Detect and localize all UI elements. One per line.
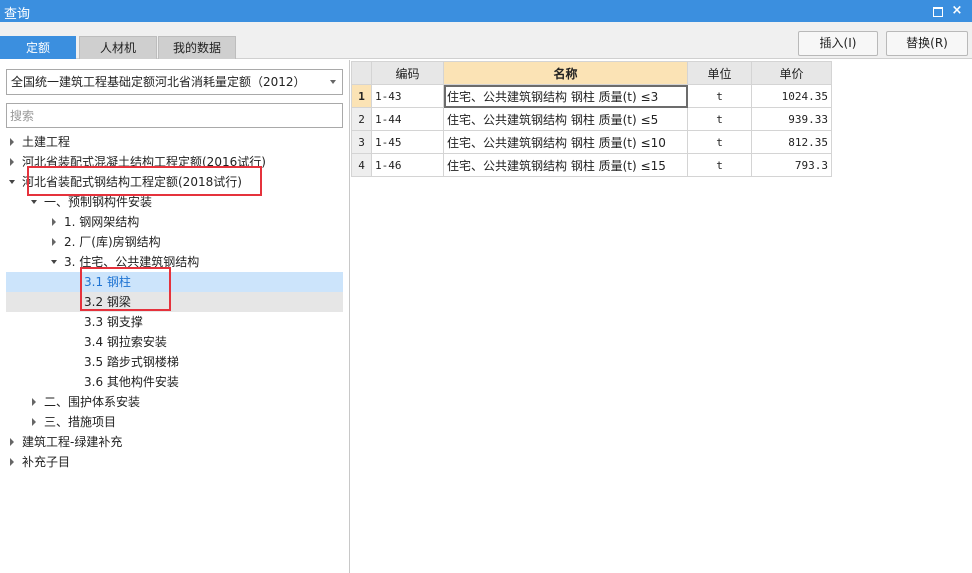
dropdown-value: 全国统一建筑工程基础定额河北省消耗量定额（2012） (11, 75, 306, 89)
tree-node-label: 二、围护体系安装 (44, 395, 141, 409)
cell-unit[interactable]: t (687, 130, 752, 154)
window-title: 查询 (4, 7, 31, 22)
tree-node[interactable]: 3.2 钢梁 (6, 292, 343, 312)
column-header-unit[interactable]: 单位 (687, 61, 752, 85)
table-header-row: 编码 名称 单位 单价 (351, 61, 832, 85)
close-icon[interactable]: × (949, 3, 965, 19)
tree-node[interactable]: 二、围护体系安装 (6, 392, 343, 412)
cell-price[interactable]: 939.33 (751, 107, 832, 131)
collapse-arrow-icon[interactable] (8, 152, 18, 172)
chevron-down-icon (330, 80, 336, 84)
tree-node[interactable]: 3.3 钢支撑 (6, 312, 343, 332)
quota-library-dropdown[interactable]: 全国统一建筑工程基础定额河北省消耗量定额（2012） (6, 69, 343, 95)
collapse-arrow-icon[interactable] (50, 232, 60, 252)
cell-name[interactable]: 住宅、公共建筑钢结构 钢柱 质量(t) ≤3 (443, 84, 688, 108)
tree-node-label: 3.3 钢支撑 (84, 315, 143, 329)
expand-arrow-icon[interactable] (30, 192, 40, 212)
tree-node-label: 补充子目 (22, 455, 71, 469)
replace-button[interactable]: 替换(R) (886, 31, 968, 56)
maximize-icon[interactable] (929, 3, 945, 19)
cell-unit[interactable]: t (687, 153, 752, 177)
tree-node[interactable]: 3. 住宅、公共建筑钢结构 (6, 252, 343, 272)
tree-node[interactable]: 3.1 钢柱 (6, 272, 343, 292)
tree-node-label: 1. 钢网架结构 (64, 215, 140, 229)
expand-arrow-icon[interactable] (50, 252, 60, 272)
row-number: 3 (351, 130, 372, 154)
tree-node-label: 2. 厂(库)房钢结构 (64, 235, 161, 249)
row-number: 1 (351, 84, 372, 108)
table-row[interactable]: 2 1-44 住宅、公共建筑钢结构 钢柱 质量(t) ≤5 t 939.33 (351, 107, 832, 131)
tree-node-label: 3.2 钢梁 (84, 295, 131, 309)
tree-node[interactable]: 建筑工程-绿建补充 (6, 432, 343, 452)
tree-node-label: 河北省装配式钢结构工程定额(2018试行) (22, 175, 242, 189)
tree-node-label: 三、措施项目 (44, 415, 117, 429)
tree-node[interactable]: 1. 钢网架结构 (6, 212, 343, 232)
cell-unit[interactable]: t (687, 107, 752, 131)
tree-node[interactable]: 河北省装配式混凝土结构工程定额(2016试行) (6, 152, 343, 172)
table-row[interactable]: 4 1-46 住宅、公共建筑钢结构 钢柱 质量(t) ≤15 t 793.3 (351, 153, 832, 177)
row-number: 2 (351, 107, 372, 131)
cell-name[interactable]: 住宅、公共建筑钢结构 钢柱 质量(t) ≤15 (443, 153, 688, 177)
tree-node-label: 土建工程 (22, 135, 71, 149)
tree-node[interactable]: 3.4 钢拉索安装 (6, 332, 343, 352)
cell-price[interactable]: 793.3 (751, 153, 832, 177)
right-pane: 编码 名称 单位 单价 1 1-43 住宅、公共建筑钢结构 钢柱 质量(t) ≤… (351, 60, 972, 573)
cell-name[interactable]: 住宅、公共建筑钢结构 钢柱 质量(t) ≤5 (443, 107, 688, 131)
row-number-header[interactable] (351, 61, 372, 85)
quota-table: 编码 名称 单位 单价 1 1-43 住宅、公共建筑钢结构 钢柱 质量(t) ≤… (351, 61, 832, 177)
tree-node[interactable]: 河北省装配式钢结构工程定额(2018试行) (6, 172, 343, 192)
collapse-arrow-icon[interactable] (30, 412, 40, 432)
table-row[interactable]: 3 1-45 住宅、公共建筑钢结构 钢柱 质量(t) ≤10 t 812.35 (351, 130, 832, 154)
title-bar: 查询 × (0, 0, 972, 22)
cell-price[interactable]: 1024.35 (751, 84, 832, 108)
tab-labor-material-machine[interactable]: 人材机 (79, 36, 157, 59)
cell-code[interactable]: 1-43 (371, 84, 444, 108)
tree-node-label: 3. 住宅、公共建筑钢结构 (64, 255, 200, 269)
tree-node-label: 建筑工程-绿建补充 (22, 435, 123, 449)
left-pane: 全国统一建筑工程基础定额河北省消耗量定额（2012） 土建工程河北省装配式混凝土… (0, 60, 350, 573)
row-number: 4 (351, 153, 372, 177)
tab-quota[interactable]: 定额 (0, 36, 76, 59)
tree-node-label: 3.1 钢柱 (84, 275, 131, 289)
tree-node-label: 一、预制钢构件安装 (44, 195, 153, 209)
tree-node-label: 3.5 踏步式钢楼梯 (84, 355, 179, 369)
collapse-arrow-icon[interactable] (50, 212, 60, 232)
cell-price[interactable]: 812.35 (751, 130, 832, 154)
search-input[interactable] (6, 103, 343, 128)
tree-node[interactable]: 3.5 踏步式钢楼梯 (6, 352, 343, 372)
cell-code[interactable]: 1-46 (371, 153, 444, 177)
collapse-arrow-icon[interactable] (8, 452, 18, 472)
tree-node-label: 3.4 钢拉索安装 (84, 335, 167, 349)
tree-node[interactable]: 土建工程 (6, 132, 343, 152)
quota-tree: 土建工程河北省装配式混凝土结构工程定额(2016试行) 河北省装配式钢结构工程定额… (6, 132, 343, 472)
cell-unit[interactable]: t (687, 84, 752, 108)
tree-node[interactable]: 补充子目 (6, 452, 343, 472)
collapse-arrow-icon[interactable] (30, 392, 40, 412)
collapse-arrow-icon[interactable] (8, 132, 18, 152)
insert-button[interactable]: 插入(I) (798, 31, 878, 56)
tree-node-label: 3.6 其他构件安装 (84, 375, 179, 389)
tree-node[interactable]: 2. 厂(库)房钢结构 (6, 232, 343, 252)
tree-node[interactable]: 3.6 其他构件安装 (6, 372, 343, 392)
expand-arrow-icon[interactable] (8, 172, 18, 192)
tree-node[interactable]: 一、预制钢构件安装 (6, 192, 343, 212)
column-header-code[interactable]: 编码 (371, 61, 444, 85)
tab-my-data[interactable]: 我的数据 (158, 36, 236, 59)
tree-node[interactable]: 三、措施项目 (6, 412, 343, 432)
table-row[interactable]: 1 1-43 住宅、公共建筑钢结构 钢柱 质量(t) ≤3 t 1024.35 (351, 84, 832, 108)
tab-row: 定额 人材机 我的数据 插入(I) 替换(R) (0, 22, 972, 59)
tree-node-label: 河北省装配式混凝土结构工程定额(2016试行) (22, 155, 266, 169)
cell-code[interactable]: 1-44 (371, 107, 444, 131)
cell-code[interactable]: 1-45 (371, 130, 444, 154)
collapse-arrow-icon[interactable] (8, 432, 18, 452)
column-header-price[interactable]: 单价 (751, 61, 832, 85)
cell-name[interactable]: 住宅、公共建筑钢结构 钢柱 质量(t) ≤10 (443, 130, 688, 154)
column-header-name[interactable]: 名称 (443, 61, 688, 85)
